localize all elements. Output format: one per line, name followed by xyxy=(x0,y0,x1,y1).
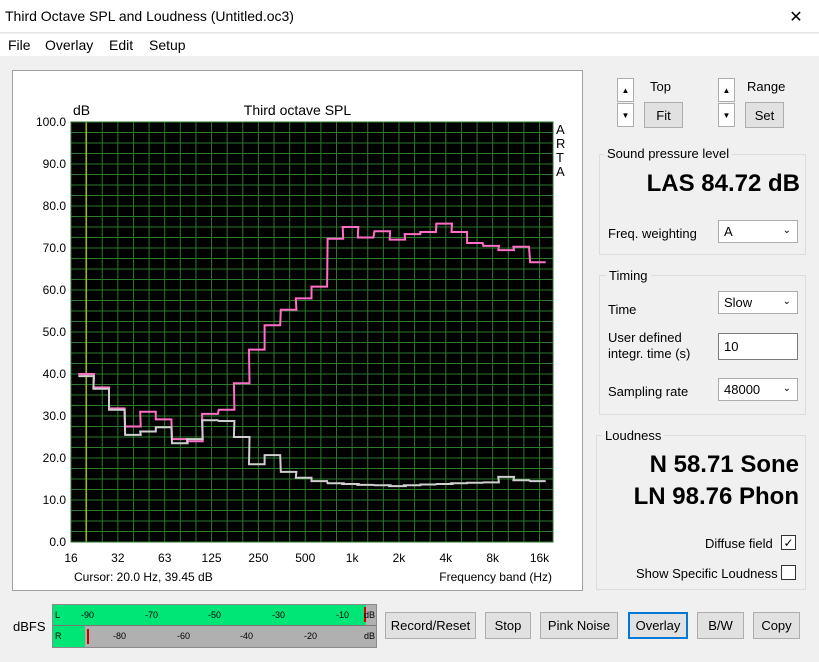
y-tick-label: 80.0 xyxy=(43,199,67,213)
menu-overlay[interactable]: Overlay xyxy=(45,37,93,53)
range-up-button[interactable]: ▲ xyxy=(718,78,735,102)
y-tick-label: 60.0 xyxy=(43,283,67,297)
y-tick-label: 40.0 xyxy=(43,367,67,381)
show-specific-label: Show Specific Loudness xyxy=(636,566,778,581)
set-button[interactable]: Set xyxy=(745,102,784,128)
window-title: Third Octave SPL and Loudness (Untitled.… xyxy=(5,8,294,24)
y-tick-label: 0.0 xyxy=(49,535,66,549)
loudness-phon: LN 98.76 Phon xyxy=(633,483,799,510)
meter-tick-bottom: -40 xyxy=(240,631,254,641)
title-bar: Third Octave SPL and Loudness (Untitled.… xyxy=(0,0,819,33)
freq-weighting-select[interactable]: A ⌄ xyxy=(718,220,798,243)
check-icon: ✓ xyxy=(783,535,794,550)
bw-button[interactable]: B/W xyxy=(697,612,744,639)
chevron-down-icon: ⌄ xyxy=(782,225,791,236)
meter-tick-bottom: -80 xyxy=(113,631,127,641)
meter-tick-top: -10 xyxy=(336,610,350,620)
x-tick-label: 63 xyxy=(158,551,172,565)
x-tick-label: 32 xyxy=(111,551,125,565)
freq-weighting-label: Freq. weighting xyxy=(608,226,697,241)
y-tick-label: 10.0 xyxy=(43,493,67,507)
user-defined-label-2: integr. time (s) xyxy=(608,346,691,361)
timing-group-title: Timing xyxy=(606,268,651,283)
meter-tick-top: -30 xyxy=(272,610,286,620)
meter-tick-bottom: -60 xyxy=(177,631,191,641)
top-label: Top xyxy=(650,79,671,94)
spl-reading: LAS 84.72 dB xyxy=(646,170,800,197)
x-tick-label: 2k xyxy=(393,551,407,565)
meter-tick-top: -90 xyxy=(81,610,95,620)
top-up-button[interactable]: ▲ xyxy=(617,78,634,102)
loudness-group-title: Loudness xyxy=(602,428,665,443)
chevron-down-icon: ⌄ xyxy=(782,296,791,307)
pink-noise-button[interactable]: Pink Noise xyxy=(540,612,618,639)
x-tick-label: 250 xyxy=(248,551,268,565)
menu-edit[interactable]: Edit xyxy=(109,37,133,53)
chevron-down-icon: ⌄ xyxy=(782,383,791,394)
meter-channel-l: L xyxy=(55,610,61,620)
level-meter: L R -90 -70 -50 -30 -10 dB -80 -60 -40 -… xyxy=(52,604,377,648)
sampling-rate-select[interactable]: 48000 ⌄ xyxy=(718,378,798,401)
time-label: Time xyxy=(608,302,637,317)
diffuse-field-checkbox[interactable]: ✓ xyxy=(781,535,796,550)
freq-weighting-value: A xyxy=(724,224,733,239)
loudness-sone: N 58.71 Sone xyxy=(649,451,799,478)
meter-channel-r: R xyxy=(55,631,62,641)
meter-divider xyxy=(53,625,376,626)
spl-chart[interactable]: 100.0 90.0 80.0 70.0 60.0 50.0 40.0 30.0 20.0 10.… xyxy=(13,71,584,592)
spl-group-title: Sound pressure level xyxy=(604,146,733,161)
record-reset-button[interactable]: Record/Reset xyxy=(385,612,476,639)
range-label: Range xyxy=(747,79,786,94)
meter-tick-top: dB xyxy=(364,610,376,620)
time-select[interactable]: Slow ⌄ xyxy=(718,291,798,314)
show-specific-checkbox[interactable] xyxy=(781,565,796,580)
cursor-readout: Cursor: 20.0 Hz, 39.45 dB xyxy=(74,570,213,584)
overlay-button[interactable]: Overlay xyxy=(628,612,688,639)
x-tick-label: 16 xyxy=(64,551,78,565)
top-down-button[interactable]: ▼ xyxy=(617,103,634,127)
y-tick-label: 50.0 xyxy=(43,325,67,339)
x-tick-label: 16k xyxy=(530,551,550,565)
menu-file[interactable]: File xyxy=(8,37,31,53)
x-tick-label: 125 xyxy=(202,551,222,565)
fit-button[interactable]: Fit xyxy=(644,102,683,128)
x-tick-label: 4k xyxy=(439,551,453,565)
y-tick-label: 70.0 xyxy=(43,241,67,255)
menu-setup[interactable]: Setup xyxy=(149,37,186,53)
x-axis-label: Frequency band (Hz) xyxy=(439,570,552,584)
close-icon[interactable]: ✕ xyxy=(773,0,819,33)
meter-tick-bottom: -20 xyxy=(304,631,318,641)
plot-panel: dB Third octave SPL A R T A 100.0 90.0 80.… xyxy=(12,70,583,591)
sampling-rate-value: 48000 xyxy=(724,382,761,397)
menu-bar: File Overlay Edit Setup xyxy=(0,34,819,56)
dbfs-label: dBFS xyxy=(13,619,46,634)
meter-tick-bottom: dB xyxy=(364,631,376,641)
meter-tick-top: -50 xyxy=(208,610,222,620)
sampling-rate-label: Sampling rate xyxy=(608,384,689,399)
range-down-button[interactable]: ▼ xyxy=(718,103,735,127)
copy-button[interactable]: Copy xyxy=(753,612,800,639)
y-tick-label: 90.0 xyxy=(43,157,67,171)
diffuse-field-label: Diffuse field xyxy=(705,536,773,551)
x-tick-label: 500 xyxy=(295,551,315,565)
right-peak-marker xyxy=(87,629,90,644)
y-tick-label: 30.0 xyxy=(43,409,67,423)
y-tick-label: 20.0 xyxy=(43,451,67,465)
user-defined-label-1: User defined xyxy=(608,330,682,345)
meter-tick-top: -70 xyxy=(145,610,159,620)
stop-button[interactable]: Stop xyxy=(485,612,531,639)
x-tick-label: 8k xyxy=(486,551,500,565)
time-value: Slow xyxy=(724,295,753,310)
y-tick-label: 100.0 xyxy=(36,115,66,129)
integration-time-input[interactable]: 10 xyxy=(718,333,798,360)
x-tick-label: 1k xyxy=(346,551,360,565)
